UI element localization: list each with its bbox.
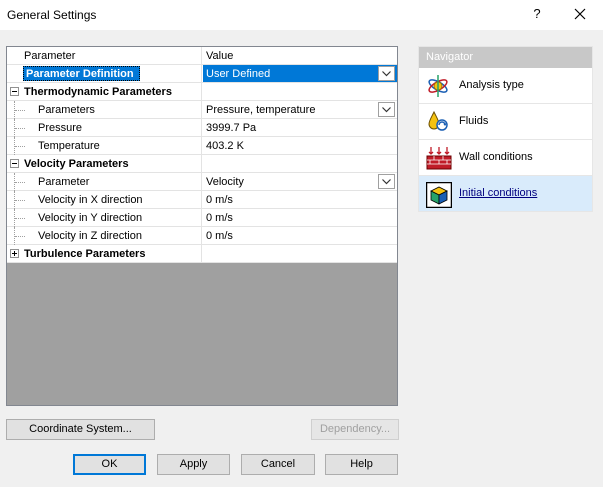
row-value: 0 m/s xyxy=(206,194,233,206)
row-velocity-y[interactable]: Velocity in Y direction 0 m/s xyxy=(7,209,397,227)
cancel-button[interactable]: Cancel xyxy=(241,454,315,475)
coordinate-system-button[interactable]: Coordinate System... xyxy=(6,419,155,440)
row-label: Pressure xyxy=(38,122,83,134)
dropdown-button[interactable] xyxy=(378,174,395,189)
row-velocity-z[interactable]: Velocity in Z direction 0 m/s xyxy=(7,227,397,245)
column-header-value: Value xyxy=(206,50,234,62)
row-parameters[interactable]: Parameters Pressure, temperature xyxy=(7,101,397,119)
tree-line xyxy=(14,209,25,227)
nav-item-label: Initial conditions xyxy=(459,187,538,199)
wall-conditions-icon xyxy=(426,146,452,170)
row-value: Pressure, temperature xyxy=(206,104,316,116)
group-label: Turbulence Parameters xyxy=(24,248,146,260)
dependency-button[interactable]: Dependency... xyxy=(311,419,399,440)
fluids-icon xyxy=(426,110,450,134)
help-button[interactable]: Help xyxy=(325,454,398,475)
grid-rows: Parameter Value Parameter Definition Use… xyxy=(7,47,397,263)
analysis-type-icon xyxy=(426,74,450,98)
group-label: Velocity Parameters xyxy=(24,158,129,170)
row-parameter-definition[interactable]: Parameter Definition User Defined xyxy=(7,65,397,83)
group-label: Thermodynamic Parameters xyxy=(24,86,172,98)
row-value: Velocity xyxy=(206,176,244,188)
nav-item-label: Analysis type xyxy=(459,79,524,91)
chevron-down-icon xyxy=(382,71,391,77)
row-label: Parameters xyxy=(38,104,95,116)
row-value: 3999.7 Pa xyxy=(206,122,257,134)
row-pressure[interactable]: Pressure 3999.7 Pa xyxy=(7,119,397,137)
row-label: Velocity in Z direction xyxy=(38,230,142,242)
row-velocity-x[interactable]: Velocity in X direction 0 m/s xyxy=(7,191,397,209)
group-thermodynamic-parameters[interactable]: Thermodynamic Parameters xyxy=(7,83,397,101)
tree-line xyxy=(14,137,25,155)
tree-line xyxy=(14,173,25,191)
window-title: General Settings xyxy=(7,8,97,22)
chevron-down-icon xyxy=(382,107,391,113)
group-turbulence-parameters[interactable]: Turbulence Parameters xyxy=(7,245,397,263)
group-velocity-parameters[interactable]: Velocity Parameters xyxy=(7,155,397,173)
grid-header-row: Parameter Value xyxy=(7,47,397,65)
dropdown-button[interactable] xyxy=(378,66,395,81)
parameter-grid[interactable]: Parameter Value Parameter Definition Use… xyxy=(6,46,398,406)
nav-item-fluids[interactable]: Fluids xyxy=(419,104,592,140)
column-header-parameter: Parameter xyxy=(24,50,76,62)
row-label: Parameter Definition xyxy=(26,68,134,80)
collapse-icon[interactable] xyxy=(10,87,19,96)
ok-button[interactable]: OK xyxy=(73,454,146,475)
row-label: Temperature xyxy=(38,140,100,152)
navigator-title: Navigator xyxy=(419,47,592,68)
expand-icon[interactable] xyxy=(10,249,19,258)
tree-line xyxy=(14,191,25,209)
tree-line xyxy=(14,227,25,245)
tree-line xyxy=(14,119,25,137)
row-value: User Defined xyxy=(206,68,271,80)
nav-item-analysis-type[interactable]: Analysis type xyxy=(419,68,592,104)
row-value: 0 m/s xyxy=(206,212,233,224)
dropdown-button[interactable] xyxy=(378,102,395,117)
navigator-panel: Navigator Analysis type Fluids Wall cond… xyxy=(418,46,593,212)
nav-item-label: Wall conditions xyxy=(459,151,533,163)
help-title-button[interactable]: ? xyxy=(528,4,546,24)
row-temperature[interactable]: Temperature 403.2 K xyxy=(7,137,397,155)
row-value: 403.2 K xyxy=(206,140,244,152)
initial-conditions-icon xyxy=(425,181,453,209)
collapse-icon[interactable] xyxy=(10,159,19,168)
nav-item-label: Fluids xyxy=(459,115,489,127)
row-label: Velocity in X direction xyxy=(38,194,143,206)
nav-item-initial-conditions[interactable]: Initial conditions xyxy=(419,176,592,212)
title-bar: General Settings ? xyxy=(0,0,603,30)
row-label: Parameter xyxy=(38,176,90,188)
apply-button[interactable]: Apply xyxy=(157,454,230,475)
nav-item-wall-conditions[interactable]: Wall conditions xyxy=(419,140,592,176)
close-icon xyxy=(574,8,586,20)
row-velocity-parameter[interactable]: Parameter Velocity xyxy=(7,173,397,191)
tree-line xyxy=(14,101,25,119)
row-label: Velocity in Y direction xyxy=(38,212,143,224)
row-value: 0 m/s xyxy=(206,230,233,242)
chevron-down-icon xyxy=(382,179,391,185)
close-button[interactable] xyxy=(570,4,590,24)
